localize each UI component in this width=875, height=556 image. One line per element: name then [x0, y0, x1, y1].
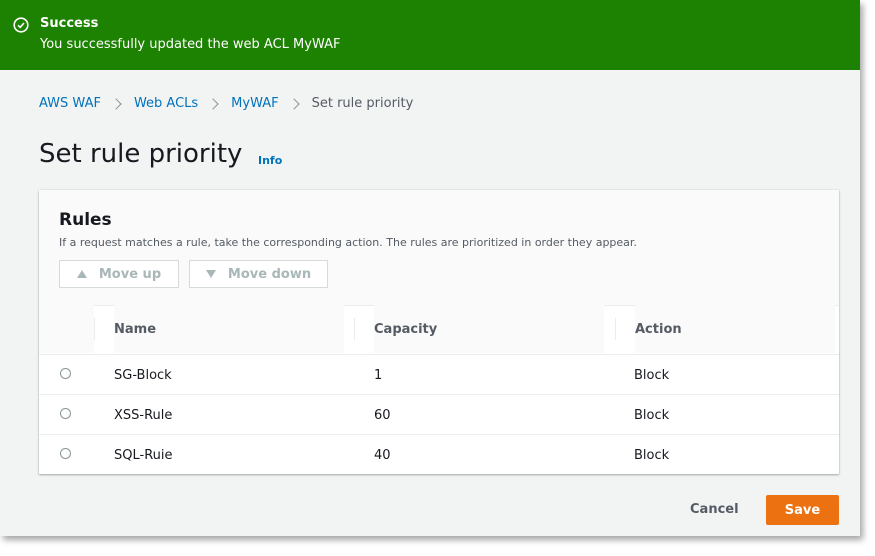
- rule-action: Block: [634, 447, 670, 463]
- breadcrumb-aws-waf[interactable]: AWS WAF: [39, 96, 101, 111]
- move-down-label: Move down: [227, 266, 312, 282]
- move-down-button[interactable]: Move down: [189, 260, 328, 288]
- rule-action: Block: [634, 367, 670, 383]
- column-divider: [354, 318, 355, 340]
- rule-capacity: 60: [374, 407, 391, 423]
- page-container: Success You successfully updated the web…: [0, 0, 860, 536]
- rule-action: Block: [634, 407, 670, 423]
- row-radio[interactable]: [60, 408, 71, 419]
- breadcrumb: AWS WAF Web ACLs MyWAF Set rule priority: [39, 96, 413, 111]
- rule-capacity: 40: [374, 447, 391, 463]
- breadcrumb-mywaf[interactable]: MyWAF: [231, 96, 278, 111]
- rules-panel-header: Rules If a request matches a rule, take …: [39, 190, 839, 306]
- breadcrumb-current: Set rule priority: [311, 96, 414, 111]
- flash-message: You successfully updated the web ACL MyW…: [40, 37, 341, 52]
- chevron-right-icon: [110, 97, 122, 110]
- flash-title: Success: [40, 16, 99, 31]
- info-link[interactable]: Info: [258, 154, 282, 167]
- column-divider: [94, 318, 95, 340]
- rule-capacity: 1: [374, 367, 383, 383]
- column-header-capacity[interactable]: Capacity: [374, 305, 604, 353]
- check-circle-icon: [13, 17, 29, 33]
- chevron-right-icon: [287, 97, 300, 110]
- page-title: Set rule priority: [39, 139, 243, 169]
- column-header-select: [39, 305, 94, 353]
- column-divider: [615, 318, 616, 340]
- cancel-button[interactable]: Cancel: [690, 502, 739, 517]
- rules-description: If a request matches a rule, take the co…: [59, 236, 637, 249]
- table-row[interactable]: XSS-Rule 60 Block: [39, 394, 839, 434]
- row-radio[interactable]: [60, 368, 71, 379]
- table-row[interactable]: SG-Block 1 Block: [39, 354, 839, 394]
- move-up-button[interactable]: Move up: [59, 260, 179, 288]
- success-flash: Success You successfully updated the web…: [0, 0, 860, 70]
- column-header-action[interactable]: Action: [635, 305, 835, 353]
- rule-name: SQL-Ruie: [114, 447, 173, 463]
- column-header-name[interactable]: Name: [114, 305, 344, 353]
- rules-panel: Rules If a request matches a rule, take …: [39, 190, 839, 474]
- rule-name: XSS-Rule: [114, 407, 173, 423]
- rules-title: Rules: [59, 210, 112, 230]
- row-radio[interactable]: [60, 448, 71, 459]
- caret-up-icon: [76, 270, 87, 278]
- chevron-right-icon: [207, 97, 219, 110]
- breadcrumb-web-acls[interactable]: Web ACLs: [134, 96, 198, 111]
- save-button[interactable]: Save: [766, 495, 839, 525]
- move-up-label: Move up: [98, 266, 162, 282]
- caret-down-icon: [205, 270, 216, 278]
- table-row[interactable]: SQL-Ruie 40 Block: [39, 434, 839, 474]
- rule-name: SG-Block: [114, 367, 172, 383]
